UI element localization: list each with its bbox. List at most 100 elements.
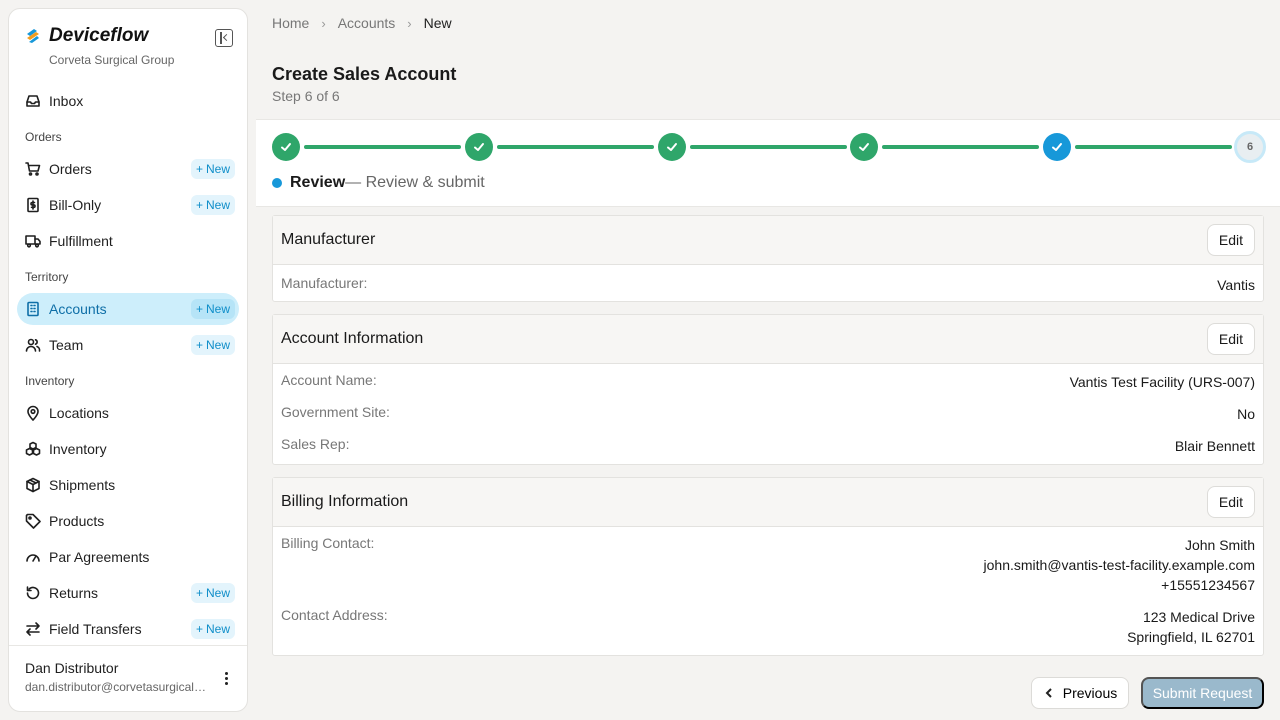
sidebar-item-locations[interactable]: Locations	[17, 397, 239, 429]
section-label-inventory: Inventory	[25, 374, 75, 388]
new-return-button[interactable]: + New	[190, 583, 235, 603]
sidebar-item-label: Orders	[49, 161, 92, 177]
submit-request-button[interactable]: Submit Request	[1141, 677, 1264, 709]
main-content: Home › Accounts › New Create Sales Accou…	[256, 0, 1280, 720]
detail-row: Contact Address: 123 Medical Drive Sprin…	[273, 607, 1263, 647]
new-order-button[interactable]: + New	[190, 159, 235, 179]
check-icon	[859, 143, 869, 151]
sidebar-item-bill-only[interactable]: Bill-Only + New	[17, 189, 239, 221]
sidebar: Deviceflow Corveta Surgical Group Inbox …	[8, 8, 248, 712]
step-connector	[1075, 145, 1232, 149]
detail-label: Sales Rep:	[281, 436, 350, 452]
collapse-sidebar-icon[interactable]	[215, 29, 233, 47]
cart-icon	[25, 161, 41, 177]
manufacturer-section: Manufacturer Edit Manufacturer: Vantis	[272, 215, 1264, 302]
sidebar-item-label: Inbox	[49, 93, 84, 109]
step-connector	[304, 145, 461, 149]
sidebar-item-par-agreements[interactable]: Par Agreements	[17, 541, 239, 573]
building-icon	[25, 301, 41, 317]
current-step-name: Review	[290, 174, 346, 191]
section-title: Account Information	[281, 330, 424, 347]
contact-address-value: 123 Medical Drive Springfield, IL 62701	[1127, 607, 1255, 647]
new-label: New	[205, 162, 230, 176]
current-step-dot	[272, 178, 282, 188]
address-line-1: 123 Medical Drive	[1142, 609, 1255, 625]
new-bill-only-button[interactable]: + New	[190, 195, 235, 215]
chevron-right-icon: ›	[407, 15, 412, 31]
detail-row: Sales Rep: Blair Bennett	[273, 436, 1263, 456]
sidebar-item-team[interactable]: Team + New	[17, 329, 239, 361]
sidebar-item-label: Returns	[49, 585, 99, 601]
section-header: Billing Information Edit	[273, 478, 1263, 527]
plus-icon: +	[195, 198, 203, 212]
user-panel: Dan Distributor dan.distributor@corvetas…	[9, 645, 247, 711]
new-label: New	[205, 622, 230, 636]
tag-icon	[25, 513, 41, 529]
inbox-icon	[25, 93, 41, 109]
address-line-2: Springfield, IL 62701	[1127, 629, 1255, 645]
new-team-button[interactable]: + New	[190, 335, 235, 355]
step-6[interactable]: 6	[1234, 131, 1266, 163]
step-connector	[690, 145, 847, 149]
section-title: Manufacturer	[281, 231, 376, 248]
previous-button[interactable]: Previous	[1031, 677, 1129, 709]
sidebar-item-label: Bill-Only	[49, 197, 102, 213]
breadcrumb-accounts[interactable]: Accounts	[338, 15, 396, 31]
contact-phone: +15551234567	[1161, 577, 1255, 593]
detail-label: Manufacturer:	[281, 275, 368, 291]
new-field-transfer-button[interactable]: + New	[190, 619, 235, 639]
previous-label: Previous	[1062, 685, 1118, 701]
detail-value: Blair Bennett	[1174, 438, 1255, 454]
breadcrumb-home[interactable]: Home	[272, 15, 309, 31]
rotate-ccw-icon	[25, 585, 41, 601]
section-header: Manufacturer Edit	[273, 216, 1263, 265]
sidebar-item-label: Fulfillment	[49, 233, 113, 249]
step-1-complete[interactable]	[272, 133, 300, 161]
sidebar-item-inventory[interactable]: Inventory	[17, 433, 239, 465]
sidebar-item-label: Team	[49, 337, 84, 353]
step-3-complete[interactable]	[658, 133, 686, 161]
new-label: New	[205, 302, 230, 316]
sidebar-item-inbox[interactable]: Inbox	[17, 85, 239, 117]
sidebar-item-label: Field Transfers	[49, 621, 142, 637]
users-icon	[25, 337, 41, 353]
chevron-right-icon: ›	[321, 15, 326, 31]
stepper: 6 Review — Review & submit	[256, 119, 1280, 207]
section-label-territory: Territory	[25, 270, 69, 284]
user-email: dan.distributor@corvetasurgical.com	[25, 680, 207, 694]
step-4-complete[interactable]	[850, 133, 878, 161]
boxes-icon	[25, 441, 41, 457]
account-information-section: Account Information Edit Account Name: V…	[272, 314, 1264, 465]
sidebar-item-shipments[interactable]: Shipments	[17, 469, 239, 501]
sidebar-item-returns[interactable]: Returns + New	[17, 577, 239, 609]
org-name: Corveta Surgical Group	[49, 53, 175, 67]
new-account-button[interactable]: + New	[190, 299, 235, 319]
step-2-complete[interactable]	[465, 133, 493, 161]
sidebar-item-orders[interactable]: Orders + New	[17, 153, 239, 185]
receipt-dollar-icon	[25, 197, 41, 213]
step-5-complete[interactable]	[1043, 133, 1071, 161]
plus-icon: +	[195, 586, 203, 600]
edit-manufacturer-button[interactable]: Edit	[1206, 224, 1255, 256]
section-title: Billing Information	[281, 493, 409, 510]
section-header: Account Information Edit	[273, 315, 1263, 364]
new-label: New	[205, 198, 230, 212]
step-connector	[882, 145, 1039, 149]
detail-row: Government Site: No	[273, 404, 1263, 424]
edit-billing-information-button[interactable]: Edit	[1206, 486, 1255, 518]
user-name: Dan Distributor	[25, 660, 119, 676]
check-icon	[667, 143, 677, 151]
sidebar-item-products[interactable]: Products	[17, 505, 239, 537]
more-vertical-icon[interactable]	[225, 672, 229, 686]
sidebar-item-label: Inventory	[49, 441, 107, 457]
new-label: New	[205, 338, 230, 352]
edit-account-information-button[interactable]: Edit	[1206, 323, 1255, 355]
sidebar-item-fulfillment[interactable]: Fulfillment	[17, 225, 239, 257]
brand: Deviceflow Corveta Surgical Group	[9, 9, 247, 85]
sidebar-item-accounts[interactable]: Accounts + New	[17, 293, 239, 325]
section-label-orders: Orders	[25, 130, 62, 144]
detail-row: Manufacturer: Vantis	[273, 275, 1263, 295]
detail-label: Account Name:	[281, 372, 377, 388]
sidebar-item-field-transfers[interactable]: Field Transfers + New	[17, 613, 239, 645]
map-pin-icon	[25, 405, 41, 421]
